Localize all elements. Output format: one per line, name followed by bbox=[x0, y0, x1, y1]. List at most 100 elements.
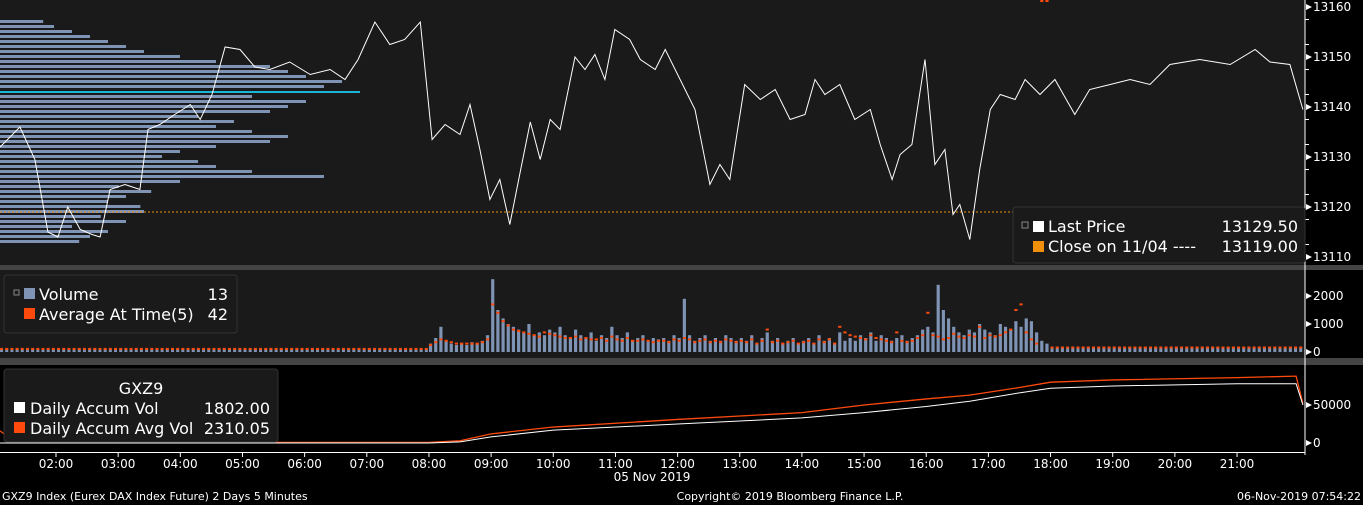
avg-at-time-mark bbox=[1195, 346, 1199, 349]
volume-bar bbox=[1019, 326, 1023, 352]
avg-at-time-mark bbox=[724, 338, 728, 341]
volume-profile-bar bbox=[0, 60, 216, 63]
avg-at-time-mark bbox=[248, 347, 252, 350]
avg-at-time-mark bbox=[170, 347, 174, 350]
legend-accum-label: Daily Accum Vol bbox=[30, 399, 159, 418]
volume-bar bbox=[1003, 326, 1008, 352]
price-tick-label: 13140 bbox=[1313, 100, 1351, 114]
avg-at-time-mark bbox=[921, 334, 925, 337]
avg-at-time-mark bbox=[879, 338, 883, 341]
avg-at-time-mark bbox=[568, 337, 572, 339]
avg-at-time-mark bbox=[1055, 346, 1059, 349]
x-axis-date: 05 Nov 2019 bbox=[614, 470, 691, 484]
avg-at-time-mark bbox=[1231, 346, 1235, 349]
avg-at-time-mark bbox=[978, 325, 982, 328]
avg-at-time-mark bbox=[755, 342, 759, 345]
avg-at-time-mark bbox=[233, 347, 237, 350]
avg-at-time-mark bbox=[5, 347, 9, 350]
avg-at-time-mark bbox=[1159, 346, 1163, 349]
avg-at-time-mark bbox=[72, 347, 76, 350]
volume-bar bbox=[454, 345, 459, 352]
volume-profile-bar bbox=[0, 185, 119, 188]
volume-bar bbox=[936, 284, 940, 352]
avg-at-time-mark bbox=[1076, 346, 1080, 349]
avg-at-time-mark bbox=[599, 337, 604, 339]
avg-at-time-mark bbox=[807, 339, 811, 342]
volume-profile-bar bbox=[0, 150, 180, 153]
avg-at-time-mark bbox=[119, 347, 123, 350]
volume-profile-bar bbox=[0, 240, 80, 243]
avg-at-time-mark bbox=[630, 339, 635, 342]
avg-at-time-mark bbox=[454, 342, 459, 345]
volume-profile-bar bbox=[0, 195, 126, 198]
avg-at-time-mark bbox=[1237, 346, 1241, 349]
avg-at-time-mark bbox=[900, 339, 904, 342]
volume-profile-bar bbox=[0, 180, 180, 183]
x-tick-label: 15:00 bbox=[847, 457, 882, 471]
avg-at-time-mark bbox=[972, 335, 977, 338]
avg-at-time-mark bbox=[1035, 342, 1039, 345]
avg-at-time-mark bbox=[843, 331, 847, 334]
avg-at-time-mark bbox=[202, 347, 206, 350]
volume-profile-bar bbox=[0, 205, 141, 208]
avg-at-time-mark bbox=[424, 347, 428, 350]
volume-profile-bar bbox=[0, 160, 198, 163]
avg-at-time-mark bbox=[1273, 346, 1277, 349]
volume-profile-bar bbox=[0, 50, 144, 53]
volume-bar bbox=[926, 326, 930, 352]
legend-ticker: GXZ9 bbox=[119, 379, 164, 398]
panel-splitter[interactable] bbox=[0, 358, 1363, 365]
x-tick-label: 18:00 bbox=[1033, 457, 1068, 471]
volume-bar bbox=[579, 335, 583, 352]
avg-at-time-mark bbox=[760, 339, 764, 342]
legend-last-price-value: 13129.50 bbox=[1222, 217, 1298, 236]
avg-at-time-mark bbox=[383, 347, 387, 350]
avg-at-time-mark bbox=[51, 347, 55, 350]
avg-at-time-mark bbox=[739, 339, 743, 342]
avg-at-time-mark bbox=[1247, 346, 1251, 349]
avg-at-time-mark bbox=[227, 347, 231, 350]
price-tick-label: 13120 bbox=[1313, 200, 1351, 214]
price-legend: Last Price 13129.50 Close on 11/04 ---- … bbox=[1012, 206, 1306, 264]
volume-bar bbox=[941, 310, 945, 352]
avg-at-time-mark bbox=[677, 339, 681, 342]
avg-at-time-mark bbox=[31, 347, 35, 350]
panel-splitter[interactable] bbox=[0, 265, 1363, 270]
avg-at-time-mark bbox=[532, 334, 536, 337]
avg-at-time-mark bbox=[848, 334, 852, 337]
avg-at-time-mark bbox=[1299, 346, 1303, 349]
avg-at-time-mark bbox=[480, 341, 484, 344]
volume-profile-bar bbox=[0, 155, 162, 158]
volume-profile-bar bbox=[0, 215, 101, 218]
avg-at-time-mark bbox=[207, 347, 211, 350]
avg-at-time-mark bbox=[651, 341, 655, 344]
avg-at-time-mark bbox=[1143, 346, 1147, 349]
volume-bar bbox=[594, 340, 598, 352]
legend-accum-value: 1802.00 bbox=[204, 399, 270, 418]
avg-at-time-mark bbox=[983, 337, 987, 339]
volume-bar bbox=[781, 343, 785, 352]
close-swatch bbox=[1033, 241, 1044, 252]
volume-bar bbox=[1009, 329, 1013, 352]
volume-bar bbox=[615, 335, 619, 352]
volume-profile-bar bbox=[0, 80, 342, 83]
accum-legend: GXZ9 Daily Accum Vol 1802.00 Daily Accum… bbox=[3, 368, 279, 443]
avg-at-time-mark bbox=[926, 311, 930, 314]
avg-at-time-mark bbox=[646, 339, 650, 342]
avg-at-time-mark bbox=[833, 342, 837, 345]
avg-at-time-mark bbox=[129, 347, 133, 350]
volume-bar bbox=[946, 318, 951, 352]
avg-at-time-mark bbox=[858, 337, 863, 339]
avg-at-time-mark bbox=[20, 347, 24, 350]
avg-at-time-mark bbox=[290, 347, 294, 350]
volume-bar bbox=[651, 338, 655, 352]
volume-bar bbox=[703, 335, 707, 352]
avg-at-time-mark bbox=[662, 339, 666, 342]
avg-at-time-mark bbox=[1257, 346, 1261, 349]
avg-at-time-mark bbox=[776, 339, 780, 342]
avg-at-time-mark bbox=[470, 342, 474, 345]
volume-bar bbox=[1014, 321, 1018, 352]
avg-at-time-mark bbox=[1278, 346, 1282, 349]
avg-at-time-mark bbox=[522, 331, 526, 334]
avg-at-time-mark bbox=[1154, 346, 1158, 349]
